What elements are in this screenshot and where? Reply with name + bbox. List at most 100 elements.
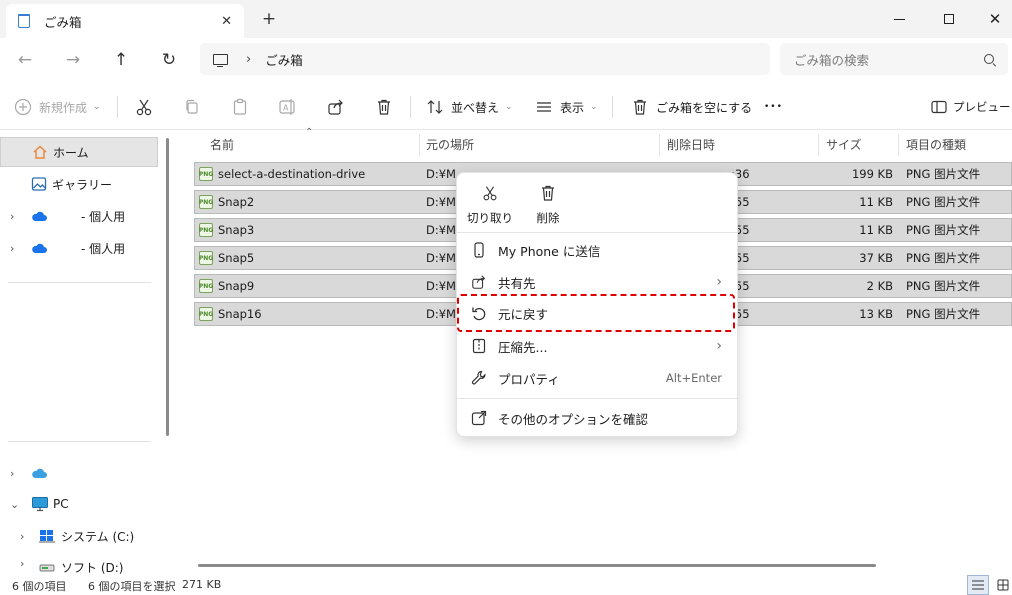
details-view-icon bbox=[972, 580, 984, 590]
clipboard-icon bbox=[233, 98, 247, 115]
preview-button[interactable]: プレビュー bbox=[930, 92, 1011, 122]
column-size[interactable]: サイズ bbox=[826, 131, 886, 157]
view-label: 表示 bbox=[560, 100, 585, 115]
tab-recycle-bin[interactable]: ごみ箱 ✕ bbox=[6, 4, 244, 38]
share-button[interactable] bbox=[327, 92, 345, 122]
chevron-down-icon[interactable]: ⌄ bbox=[10, 498, 19, 511]
sort-icon bbox=[427, 100, 443, 114]
chevron-right-icon[interactable]: › bbox=[10, 210, 14, 223]
column-original-location[interactable]: 元の場所 bbox=[426, 131, 626, 157]
plus-circle-icon bbox=[14, 98, 32, 116]
file-type: PNG 图片文件 bbox=[906, 167, 981, 181]
file-size: 11 KB bbox=[859, 195, 893, 209]
search-input[interactable]: ごみ箱の検索 bbox=[780, 43, 1008, 75]
new-button[interactable]: 新規作成 ⌄ bbox=[14, 92, 101, 122]
file-location: D:¥M bbox=[426, 307, 456, 321]
item-count: 6 個の項目 bbox=[12, 580, 67, 593]
sidebar-divider bbox=[8, 282, 151, 283]
column-name-label: 名前 bbox=[210, 137, 235, 152]
chevron-right-icon[interactable]: › bbox=[10, 242, 14, 255]
more-options-button[interactable]: ••• bbox=[764, 92, 783, 122]
sidebar-item-home[interactable]: ホーム bbox=[0, 137, 158, 167]
menu-item-properties[interactable]: プロパティ Alt+Enter bbox=[466, 363, 728, 393]
copy-icon bbox=[186, 99, 198, 114]
sidebar-item-onedrive[interactable]: › bbox=[0, 458, 158, 488]
column-divider[interactable] bbox=[419, 134, 420, 156]
cut-button[interactable] bbox=[134, 92, 154, 122]
sidebar-item-gallery[interactable]: ギャラリー bbox=[0, 169, 158, 199]
sidebar-item-label: ギャラリー bbox=[52, 177, 113, 192]
cut-action[interactable]: 切り取り bbox=[465, 180, 515, 226]
tiles-view-button[interactable] bbox=[992, 575, 1012, 595]
refresh-button[interactable]: ↻ bbox=[154, 46, 184, 74]
menu-item-share[interactable]: 共有先 › bbox=[466, 267, 728, 297]
windows-drive-icon bbox=[39, 530, 55, 543]
maximize-icon bbox=[944, 14, 954, 24]
column-item-type[interactable]: 項目の種類 bbox=[906, 131, 1006, 157]
delete-action[interactable]: 削除 bbox=[523, 180, 573, 226]
column-divider[interactable] bbox=[818, 134, 819, 156]
toolbar-divider bbox=[612, 96, 613, 118]
column-divider[interactable] bbox=[898, 134, 899, 156]
sidebar-item-drive-c[interactable]: › システム (C:) bbox=[0, 521, 158, 551]
chevron-right-icon[interactable]: › bbox=[20, 557, 24, 570]
breadcrumb-recycle-bin[interactable]: ごみ箱 bbox=[265, 50, 303, 69]
delete-button[interactable] bbox=[375, 92, 393, 122]
maximize-button[interactable] bbox=[926, 0, 972, 38]
menu-item-label: その他のオプションを確認 bbox=[498, 411, 649, 427]
sidebar-item-label: システム (C:) bbox=[61, 529, 135, 544]
png-file-icon: PNG bbox=[199, 251, 213, 265]
sidebar-item-label: - 個人用 bbox=[81, 241, 126, 256]
search-placeholder: ごみ箱の検索 bbox=[794, 52, 870, 68]
back-button[interactable]: ← bbox=[10, 46, 40, 74]
paste-button[interactable] bbox=[231, 92, 249, 122]
sort-button[interactable]: 並べ替え ⌄ bbox=[426, 92, 513, 122]
menu-item-compress[interactable]: 圧縮先... › bbox=[466, 331, 728, 361]
horizontal-scrollbar[interactable] bbox=[198, 564, 876, 567]
chevron-right-icon[interactable]: › bbox=[10, 467, 14, 480]
file-name: Snap9 bbox=[218, 279, 255, 293]
empty-recycle-bin-button[interactable]: ごみ箱を空にする bbox=[631, 92, 752, 122]
sidebar-item-onedrive-personal[interactable]: › - 個人用 bbox=[0, 201, 158, 231]
forward-button[interactable]: → bbox=[58, 46, 88, 74]
file-type: PNG 图片文件 bbox=[906, 195, 981, 209]
up-button[interactable]: ↑ bbox=[106, 46, 136, 74]
file-type: PNG 图片文件 bbox=[906, 223, 981, 237]
minimize-button[interactable] bbox=[876, 0, 922, 38]
file-name: Snap2 bbox=[218, 195, 255, 209]
column-header: 名前 ⌃ 元の場所 削除日時 サイズ 項目の種類 bbox=[180, 127, 1012, 157]
address-bar[interactable]: › ごみ箱 bbox=[200, 43, 770, 75]
new-tab-button[interactable]: + bbox=[258, 6, 280, 32]
file-size: 13 KB bbox=[859, 307, 893, 321]
copy-button[interactable] bbox=[183, 92, 201, 122]
file-type: PNG 图片文件 bbox=[906, 307, 981, 321]
delete-action-label: 削除 bbox=[536, 211, 560, 225]
view-button[interactable]: 表示 ⌄ bbox=[535, 92, 598, 122]
chevron-right-icon[interactable]: › bbox=[20, 530, 24, 543]
file-size: 37 KB bbox=[859, 251, 893, 265]
trash-icon bbox=[634, 99, 646, 115]
file-location: D:¥M bbox=[426, 251, 456, 265]
close-tab-icon[interactable]: ✕ bbox=[221, 14, 232, 29]
cut-action-label: 切り取り bbox=[467, 211, 513, 225]
sidebar-item-onedrive-personal[interactable]: › - 個人用 bbox=[0, 233, 158, 263]
open-external-icon bbox=[471, 410, 487, 426]
phone-icon bbox=[474, 242, 484, 258]
column-date-deleted[interactable]: 削除日時 bbox=[667, 131, 787, 157]
wrench-icon bbox=[471, 370, 486, 385]
sidebar-item-drive-d[interactable]: › ソフト (D:) bbox=[0, 553, 158, 575]
menu-item-send-to-phone[interactable]: My Phone に送信 bbox=[466, 235, 728, 265]
close-window-button[interactable]: ✕ bbox=[972, 0, 1012, 38]
sidebar-scrollbar[interactable] bbox=[166, 138, 169, 436]
sidebar-item-pc[interactable]: ⌄ PC bbox=[0, 489, 158, 519]
rename-button[interactable]: A bbox=[278, 92, 298, 122]
view-list-icon bbox=[537, 102, 551, 112]
sidebar-divider bbox=[8, 441, 151, 442]
scissors-icon bbox=[136, 99, 152, 116]
details-view-button[interactable] bbox=[967, 575, 989, 595]
menu-item-more-options[interactable]: その他のオプションを確認 bbox=[466, 403, 728, 433]
column-divider[interactable] bbox=[659, 134, 660, 156]
tab-title: ごみ箱 bbox=[44, 14, 82, 30]
breadcrumb-separator[interactable]: › bbox=[246, 52, 251, 67]
toolbar-divider bbox=[117, 96, 118, 118]
